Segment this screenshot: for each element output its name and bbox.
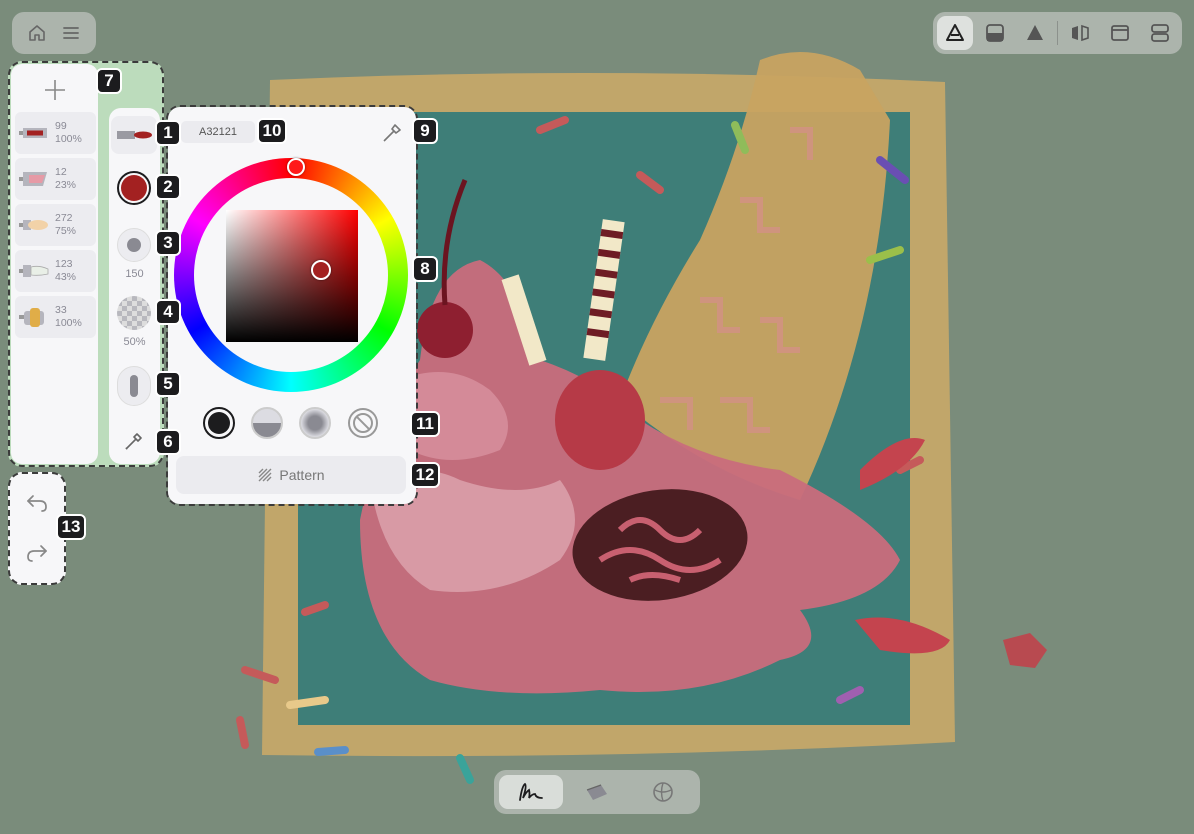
eyedropper-button[interactable]: [121, 428, 147, 454]
annotation-badge: 8: [412, 256, 438, 282]
solid-swatch: [208, 412, 230, 434]
no-fill-button[interactable]: [347, 407, 379, 439]
brush-shape-indicator: [130, 375, 138, 397]
window-button[interactable]: [1102, 16, 1138, 50]
layer-brush-icon: [19, 220, 48, 230]
top-left-toolbar: [12, 12, 96, 54]
smudge-icon: [653, 782, 673, 802]
eyedropper-icon: [383, 124, 401, 142]
layer-brush-icon: [19, 172, 47, 186]
layer-size: 272: [55, 212, 73, 224]
layer-brush-icon: [19, 128, 47, 138]
pattern-button[interactable]: Pattern: [176, 456, 406, 494]
menu-icon: [63, 27, 79, 39]
fill-icon: [1027, 25, 1043, 40]
hex-input[interactable]: A32121: [181, 121, 255, 143]
layer-brush-icon: [19, 265, 49, 277]
eraser-mode-button[interactable]: [565, 775, 629, 809]
split-icon: [1151, 24, 1169, 42]
layer-size: 12: [55, 166, 67, 178]
eyedropper-icon: [125, 433, 142, 450]
layer-opacity: 23%: [55, 179, 77, 191]
split-button[interactable]: [1142, 16, 1178, 50]
layer-opacity: 100%: [55, 317, 82, 329]
home-button[interactable]: [24, 20, 50, 46]
layer-item[interactable]: 12 23%: [15, 158, 96, 200]
undo-icon: [27, 495, 47, 512]
plus-icon: [45, 80, 65, 100]
annotation-badge: 12: [410, 462, 440, 488]
add-layer-button[interactable]: [41, 76, 69, 104]
brush-size-button[interactable]: [117, 228, 151, 262]
pattern-icon: [258, 468, 272, 482]
annotation-badge: 2: [155, 174, 181, 200]
layer-size: 99: [55, 120, 67, 132]
redo-button[interactable]: [24, 540, 50, 566]
color-picker-panel: A32121 Pattern: [168, 107, 416, 504]
layer-item[interactable]: 99 100%: [15, 112, 96, 154]
brush-settings-column: 150 50%: [109, 108, 160, 464]
annotation-badge: 7: [96, 68, 122, 94]
window-icon: [1111, 25, 1129, 41]
annotation-badge: 6: [155, 429, 181, 455]
frame-icon: [986, 24, 1004, 42]
solid-brush-button[interactable]: [203, 407, 235, 439]
brush-preset-button[interactable]: [111, 116, 157, 154]
layer-brush-icon: [19, 308, 44, 327]
canvas-tool-button[interactable]: [937, 16, 973, 50]
layer-opacity: 43%: [55, 271, 77, 283]
layer-item[interactable]: 123 43%: [15, 250, 96, 292]
annotation-badge: 1: [155, 120, 181, 146]
brush-opacity-label: 50%: [123, 336, 146, 348]
eraser-icon: [586, 784, 607, 800]
layer-item[interactable]: 272 75%: [15, 204, 96, 246]
brush-stroke-icon: [519, 782, 543, 801]
annotation-badge: 4: [155, 299, 181, 325]
layer-opacity: 100%: [55, 133, 82, 145]
hue-handle[interactable]: [287, 158, 305, 176]
saturation-value-square[interactable]: [226, 210, 358, 342]
undo-button[interactable]: [24, 490, 50, 516]
annotation-badge: 5: [155, 371, 181, 397]
layer-size: 33: [55, 304, 67, 316]
brush-shape-button[interactable]: [117, 366, 151, 406]
brush-mode-button[interactable]: [499, 775, 563, 809]
color-swatch-button[interactable]: [117, 171, 151, 205]
annotation-badge: 13: [56, 514, 86, 540]
toolbar-divider: [1057, 21, 1058, 45]
layer-opacity: 75%: [55, 225, 77, 237]
redo-icon: [27, 545, 47, 562]
current-color-swatch: [121, 175, 147, 201]
fill-button[interactable]: [1017, 16, 1053, 50]
pattern-label: Pattern: [279, 467, 325, 483]
brush-size-dot: [127, 238, 141, 252]
color-eyedropper-button[interactable]: [380, 121, 404, 145]
layer-item[interactable]: 33 100%: [15, 296, 96, 338]
layers-panel: 99 100% 12 23% 272 75% 123 43% 33 100%: [11, 64, 98, 464]
smudge-mode-button[interactable]: [631, 775, 695, 809]
soft-fill-button[interactable]: [299, 407, 331, 439]
annotation-badge: 9: [412, 118, 438, 144]
bottom-toolbar: [494, 770, 700, 814]
canvas-tool-icon: [946, 24, 964, 41]
half-fill-button[interactable]: [251, 407, 283, 439]
top-right-toolbar: [933, 12, 1182, 54]
brush-size-label: 150: [125, 268, 144, 280]
home-icon: [29, 25, 45, 41]
annotation-badge: 11: [410, 411, 440, 437]
prohibited-icon: [348, 408, 378, 438]
brush-opacity-button[interactable]: [117, 296, 151, 330]
brush-preset-icon: [117, 131, 152, 139]
color-handle[interactable]: [311, 260, 331, 280]
layer-size: 123: [55, 258, 73, 270]
annotation-badge: 10: [257, 118, 287, 144]
frame-button[interactable]: [977, 16, 1013, 50]
menu-button[interactable]: [58, 20, 84, 46]
annotation-badge: 3: [155, 230, 181, 256]
mirror-button[interactable]: [1062, 16, 1098, 50]
mirror-icon: [1072, 24, 1089, 42]
